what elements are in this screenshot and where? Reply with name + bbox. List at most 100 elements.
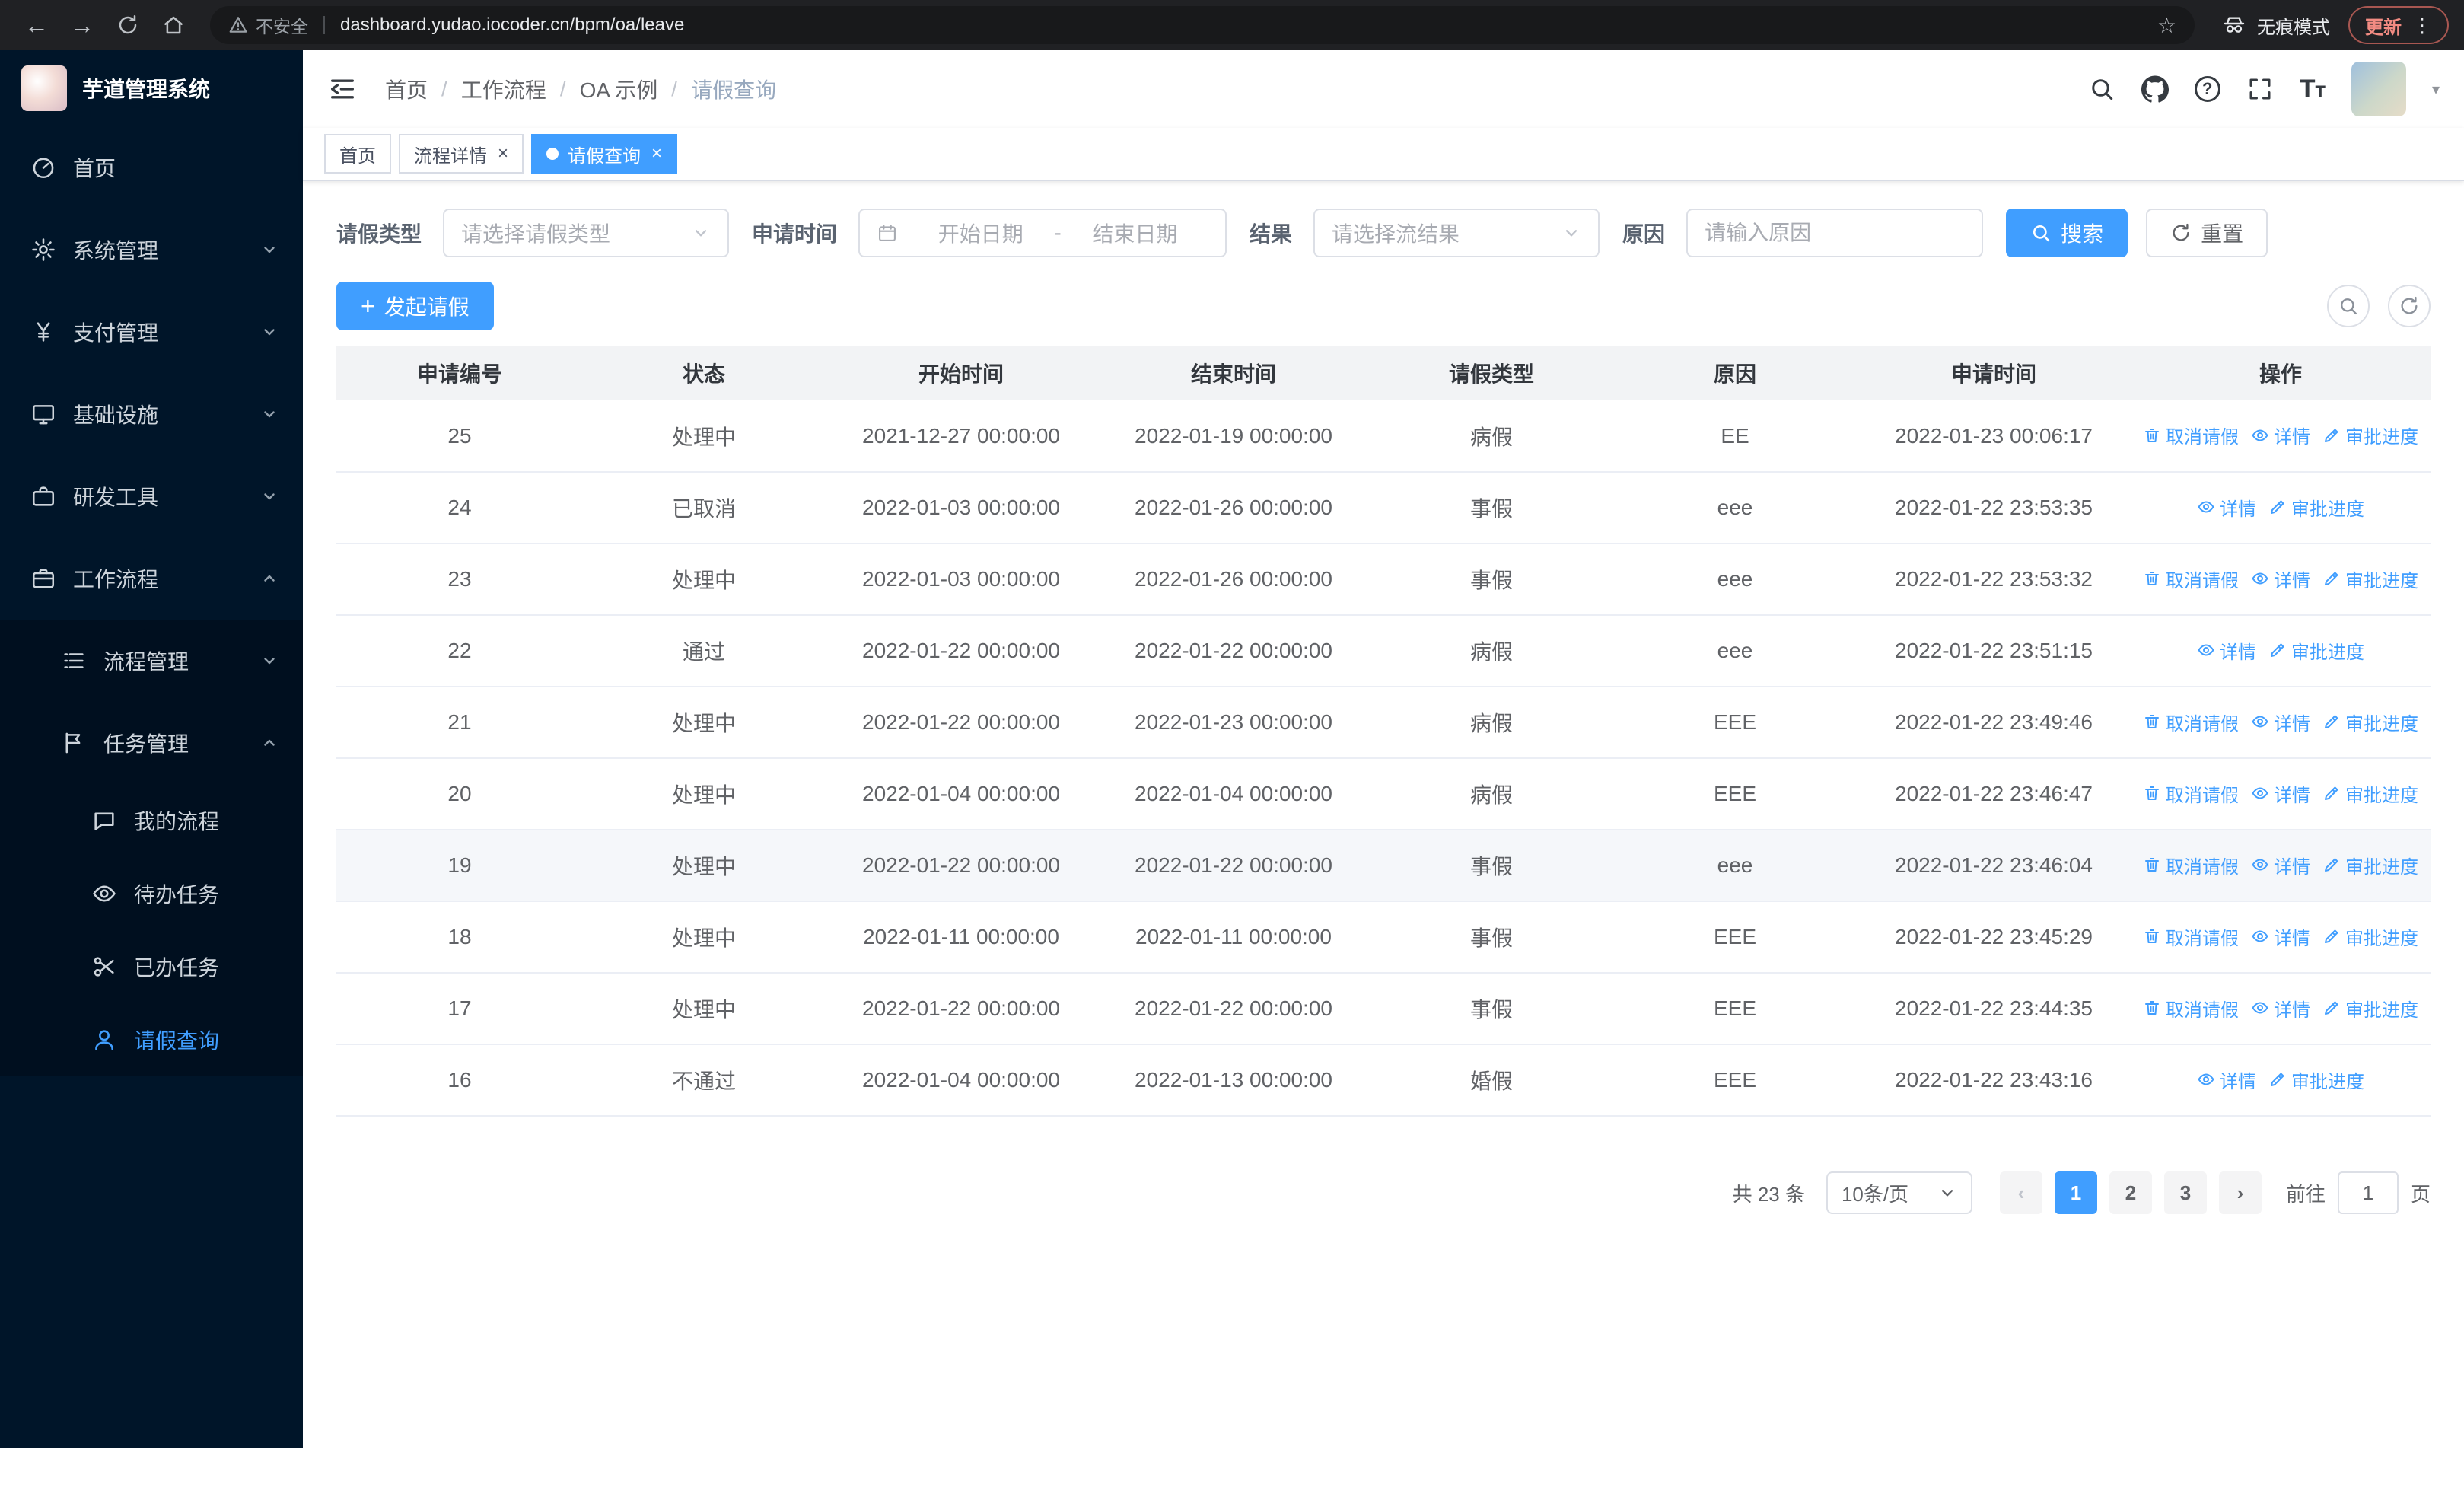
sidebar-item-process-mgmt[interactable]: 流程管理 [0, 620, 303, 702]
apply-time-range-picker[interactable]: 开始日期 - 结束日期 [858, 209, 1227, 257]
table-refresh-button[interactable] [2388, 285, 2431, 327]
chat-icon [94, 812, 114, 830]
workflow-icon [32, 569, 55, 588]
sidebar-item-task-mgmt[interactable]: 任务管理 [0, 702, 303, 784]
cell-actions: 取消请假 详情 审批进度 [2131, 973, 2431, 1045]
cancel-leave-link[interactable]: 取消请假 [2143, 566, 2239, 592]
fullscreen-icon[interactable] [2246, 75, 2274, 103]
sidebar-collapse-icon[interactable] [327, 74, 358, 104]
next-page-button[interactable]: › [2218, 1171, 2262, 1214]
leave-type-select[interactable]: 请选择请假类型 [443, 209, 730, 257]
trash-icon [2145, 715, 2159, 729]
sidebar-item-devtools[interactable]: 研发工具 [0, 455, 303, 537]
page-button-3[interactable]: 3 [2163, 1171, 2207, 1214]
cancel-leave-link[interactable]: 取消请假 [2143, 923, 2239, 950]
help-icon[interactable]: ? [2194, 76, 2220, 102]
caret-down-icon[interactable]: ▾ [2432, 80, 2440, 99]
end-date-placeholder[interactable]: 结束日期 [1062, 218, 1208, 248]
detail-link[interactable]: 详情 [2251, 852, 2310, 878]
detail-link[interactable]: 详情 [2197, 637, 2256, 664]
browser-update-button[interactable]: 更新 ⋮ [2348, 6, 2449, 44]
cell-end-time: 2022-01-26 00:00:00 [1097, 472, 1370, 544]
detail-link[interactable]: 详情 [2251, 422, 2310, 448]
cell-status: 处理中 [583, 830, 825, 902]
approval-progress-link[interactable]: 审批进度 [2322, 422, 2418, 448]
detail-link[interactable]: 详情 [2197, 1066, 2256, 1093]
sidebar-item-todo-tasks[interactable]: 待办任务 [0, 857, 303, 930]
breadcrumb-item[interactable]: 工作流程 [461, 74, 546, 104]
bookmark-star-icon[interactable]: ☆ [2157, 13, 2176, 38]
cancel-leave-link[interactable]: 取消请假 [2143, 709, 2239, 735]
cancel-leave-link[interactable]: 取消请假 [2143, 852, 2239, 878]
sidebar-item-my-process[interactable]: 我的流程 [0, 784, 303, 857]
detail-link[interactable]: 详情 [2251, 709, 2310, 735]
cell-status: 通过 [583, 615, 825, 687]
sidebar-item-home[interactable]: 首页 [0, 126, 303, 209]
cell-apply-time: 2022-01-22 23:53:35 [1857, 472, 2131, 544]
approval-progress-link[interactable]: 审批进度 [2322, 566, 2418, 592]
sidebar-item-workflow[interactable]: 工作流程 [0, 537, 303, 620]
goto-page-input[interactable] [2337, 1171, 2399, 1214]
browser-menu-icon[interactable]: ⋮ [2412, 14, 2432, 37]
reason-input[interactable] [1686, 209, 1984, 257]
sidebar-item-label: 研发工具 [73, 486, 159, 509]
browser-forward-button[interactable]: → [61, 4, 103, 46]
tab-home[interactable]: 首页 [324, 134, 391, 174]
browser-reload-icon[interactable] [107, 4, 149, 46]
search-icon[interactable] [2088, 75, 2115, 103]
cancel-leave-link[interactable]: 取消请假 [2143, 780, 2239, 807]
approval-progress-link[interactable]: 审批进度 [2322, 780, 2418, 807]
create-leave-button[interactable]: + 发起请假 [336, 282, 494, 330]
edit-icon [2325, 858, 2338, 872]
cell-actions: 取消请假 详情 审批进度 [2131, 400, 2431, 473]
address-bar[interactable]: 不安全 dashboard.yudao.iocoder.cn/bpm/oa/le… [210, 6, 2195, 44]
page-size-select[interactable]: 10条/页 [1826, 1171, 1972, 1214]
start-date-placeholder[interactable]: 开始日期 [907, 218, 1054, 248]
sidebar-item-payment[interactable]: 支付管理 [0, 291, 303, 373]
table-search-toggle-button[interactable] [2327, 285, 2370, 327]
detail-link[interactable]: 详情 [2251, 566, 2310, 592]
cell-end-time: 2022-01-11 00:00:00 [1097, 901, 1370, 974]
user-avatar[interactable] [2351, 62, 2406, 116]
font-size-icon[interactable]: TT [2300, 76, 2326, 102]
approval-progress-link[interactable]: 审批进度 [2268, 494, 2364, 521]
detail-link[interactable]: 详情 [2251, 923, 2310, 950]
logo[interactable]: 芋道管理系统 [0, 50, 303, 126]
tab-leave-query[interactable]: 请假查询 × [531, 134, 678, 174]
sidebar-item-infra[interactable]: 基础设施 [0, 373, 303, 455]
approval-progress-link[interactable]: 审批进度 [2322, 923, 2418, 950]
sidebar-item-leave-query[interactable]: 请假查询 [0, 1003, 303, 1076]
browser-back-button[interactable]: ← [15, 4, 58, 46]
reset-button[interactable]: 重置 [2146, 209, 2268, 257]
github-icon[interactable] [2141, 75, 2169, 103]
cell-apply-id: 18 [336, 901, 583, 974]
search-button[interactable]: 搜索 [2006, 209, 2128, 257]
close-icon[interactable]: × [498, 145, 508, 163]
tab-process-detail[interactable]: 流程详情 × [399, 134, 524, 174]
filter-form: 请假类型 请选择请假类型 申请时间 开始日期 - 结束日期 结果 请选择流结果 … [336, 209, 2431, 257]
edit-icon [2325, 715, 2338, 729]
approval-progress-link[interactable]: 审批进度 [2268, 637, 2364, 664]
detail-link[interactable]: 详情 [2197, 494, 2256, 521]
browser-home-icon[interactable] [152, 4, 195, 46]
breadcrumb-item[interactable]: 首页 [385, 74, 428, 104]
cell-apply-id: 21 [336, 687, 583, 759]
cell-start-time: 2022-01-22 00:00:00 [825, 615, 1097, 687]
result-select[interactable]: 请选择流结果 [1313, 209, 1600, 257]
close-icon[interactable]: × [651, 145, 662, 163]
sidebar-item-system[interactable]: 系统管理 [0, 209, 303, 291]
approval-progress-link[interactable]: 审批进度 [2268, 1066, 2364, 1093]
approval-progress-link[interactable]: 审批进度 [2322, 852, 2418, 878]
page-button-2[interactable]: 2 [2109, 1171, 2152, 1214]
detail-link[interactable]: 详情 [2251, 780, 2310, 807]
detail-link[interactable]: 详情 [2251, 995, 2310, 1022]
approval-progress-link[interactable]: 审批进度 [2322, 995, 2418, 1022]
page-button-1[interactable]: 1 [2054, 1171, 2097, 1214]
cancel-leave-link[interactable]: 取消请假 [2143, 995, 2239, 1022]
cancel-leave-link[interactable]: 取消请假 [2143, 422, 2239, 448]
approval-progress-link[interactable]: 审批进度 [2322, 709, 2418, 735]
prev-page-button[interactable]: ‹ [1999, 1171, 2042, 1214]
edit-icon [2271, 1073, 2284, 1087]
sidebar-item-done-tasks[interactable]: 已办任务 [0, 930, 303, 1003]
breadcrumb-item[interactable]: OA 示例 [580, 74, 658, 104]
